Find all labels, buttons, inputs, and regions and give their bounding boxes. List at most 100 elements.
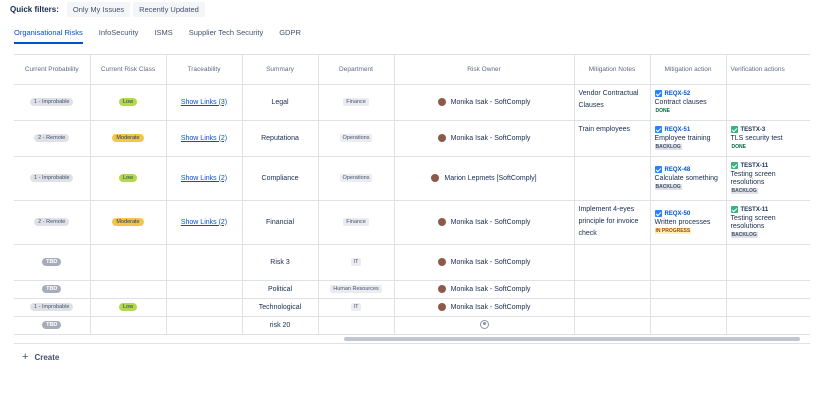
risk-class-cell[interactable]: Low xyxy=(90,298,167,317)
create-button[interactable]: + Create xyxy=(22,351,59,363)
risk-class-cell[interactable]: Moderate xyxy=(90,200,167,245)
owner-cell[interactable]: Monika Isak - SoftComply xyxy=(394,120,575,157)
verification-action-cell[interactable] xyxy=(726,298,810,317)
department-cell[interactable]: Operations xyxy=(318,120,395,157)
risk-class-cell[interactable] xyxy=(90,280,167,299)
summary-cell[interactable]: Technological xyxy=(242,298,319,317)
probability-cell[interactable]: TBD xyxy=(14,316,91,335)
table-row[interactable]: 1 - Improbable Low Show Links (3) Legal … xyxy=(14,84,810,121)
probability-cell[interactable]: 2 - Remote xyxy=(14,200,91,245)
probability-cell[interactable]: TBD xyxy=(14,280,91,299)
owner-cell[interactable]: Monika Isak - SoftComply xyxy=(394,298,575,317)
mitigation-action-cell[interactable]: REQX-51 Employee training BACKLOG xyxy=(650,120,727,157)
col-header-mitigation-notes[interactable]: Mitigation Notes xyxy=(574,55,651,85)
issue-key[interactable]: REQX-51 xyxy=(665,127,691,133)
mitigation-notes-cell[interactable]: Vendor Contractual Clauses xyxy=(574,84,651,121)
test-key[interactable]: TESTX-11 xyxy=(741,163,769,169)
tab-supplier-tech-security[interactable]: Supplier Tech Security xyxy=(189,26,263,44)
probability-cell[interactable]: 2 - Remote xyxy=(14,120,91,157)
owner-cell[interactable]: Marion Lepmets [SoftComply] xyxy=(394,156,575,201)
test-card[interactable]: TESTX-11 Testing screen resolutions BACK… xyxy=(729,205,808,239)
mitigation-notes-cell[interactable] xyxy=(574,316,651,335)
department-cell[interactable]: IT xyxy=(318,244,395,281)
filter-recently-updated-button[interactable]: Recently Updated xyxy=(133,1,205,17)
table-row[interactable]: 2 - Remote Moderate Show Links (2) Reput… xyxy=(14,120,810,157)
issue-card[interactable]: REQX-48 Calculate something BACKLOG xyxy=(653,165,724,191)
risk-class-cell[interactable] xyxy=(90,244,167,281)
tab-gdpr[interactable]: GDPR xyxy=(279,26,301,44)
verification-action-cell[interactable] xyxy=(726,84,810,121)
test-key[interactable]: TESTX-3 xyxy=(741,127,766,133)
table-row[interactable]: TBD Risk 3 IT Monika Isak - SoftComply xyxy=(14,244,810,281)
test-card[interactable]: TESTX-3 TLS security test DONE xyxy=(729,125,808,151)
mitigation-action-cell[interactable] xyxy=(650,316,727,335)
department-cell[interactable] xyxy=(318,316,395,335)
table-row[interactable]: 1 - Improbable Low Technological IT Moni… xyxy=(14,298,810,317)
col-header-department[interactable]: Department xyxy=(318,55,395,85)
mitigation-action-cell[interactable] xyxy=(650,298,727,317)
risk-class-cell[interactable]: Moderate xyxy=(90,120,167,157)
table-row[interactable]: 2 - Remote Moderate Show Links (2) Finan… xyxy=(14,200,810,245)
col-header-mitigation-action[interactable]: Mitigation action xyxy=(650,55,727,85)
issue-card[interactable]: REQX-50 Written processes IN PROGRESS xyxy=(653,209,724,235)
unassigned-user-icon[interactable] xyxy=(479,319,489,329)
mitigation-notes-cell[interactable]: Train employees xyxy=(574,120,651,157)
summary-cell[interactable]: Legal xyxy=(242,84,319,121)
mitigation-action-cell[interactable] xyxy=(650,244,727,281)
col-header-summary[interactable]: Summary xyxy=(242,55,319,85)
mitigation-action-cell[interactable]: REQX-48 Calculate something BACKLOG xyxy=(650,156,727,201)
show-links-link[interactable]: Show Links (3) xyxy=(181,99,227,106)
probability-cell[interactable]: 1 - Improbable xyxy=(14,156,91,201)
verification-action-cell[interactable] xyxy=(726,280,810,299)
show-links-link[interactable]: Show Links (2) xyxy=(181,135,227,142)
risk-class-cell[interactable]: Low xyxy=(90,84,167,121)
table-row[interactable]: TBD Political Human Resources Monika Isa… xyxy=(14,280,810,299)
verification-action-cell[interactable]: TESTX-11 Testing screen resolutions BACK… xyxy=(726,156,810,201)
verification-action-cell[interactable]: TESTX-3 TLS security test DONE xyxy=(726,120,810,157)
mitigation-action-cell[interactable]: REQX-52 Contract clauses DONE xyxy=(650,84,727,121)
col-header-risk-owner[interactable]: Risk Owner xyxy=(394,55,575,85)
probability-cell[interactable]: TBD xyxy=(14,244,91,281)
verification-action-cell[interactable]: TESTX-11 Testing screen resolutions BACK… xyxy=(726,200,810,245)
risk-class-cell[interactable]: Low xyxy=(90,156,167,201)
mitigation-notes-cell[interactable] xyxy=(574,280,651,299)
department-cell[interactable]: Human Resources xyxy=(318,280,395,299)
col-header-probability[interactable]: Current Probability xyxy=(14,55,91,85)
mitigation-notes-cell[interactable] xyxy=(574,298,651,317)
owner-cell[interactable]: Monika Isak - SoftComply xyxy=(394,244,575,281)
mitigation-notes-cell[interactable] xyxy=(574,244,651,281)
tab-infosecurity[interactable]: InfoSecurity xyxy=(99,26,139,44)
verification-action-cell[interactable] xyxy=(726,316,810,335)
col-header-risk-class[interactable]: Current Risk Class xyxy=(90,55,167,85)
issue-card[interactable]: REQX-51 Employee training BACKLOG xyxy=(653,125,724,151)
col-header-traceability[interactable]: Traceability xyxy=(166,55,243,85)
horizontal-scrollbar[interactable] xyxy=(344,337,800,341)
issue-key[interactable]: REQX-48 xyxy=(665,167,691,173)
issue-card[interactable]: REQX-52 Contract clauses DONE xyxy=(653,89,724,115)
summary-cell[interactable]: risk 20 xyxy=(242,316,319,335)
test-card[interactable]: TESTX-11 Testing screen resolutions BACK… xyxy=(729,161,808,195)
department-cell[interactable]: Operations xyxy=(318,156,395,201)
mitigation-notes-cell[interactable] xyxy=(574,156,651,201)
department-cell[interactable]: IT xyxy=(318,298,395,317)
department-cell[interactable]: Finance xyxy=(318,200,395,245)
tab-isms[interactable]: ISMS xyxy=(154,26,172,44)
show-links-link[interactable]: Show Links (2) xyxy=(181,175,227,182)
show-links-link[interactable]: Show Links (2) xyxy=(181,219,227,226)
table-row[interactable]: TBD risk 20 xyxy=(14,316,810,335)
summary-cell[interactable]: Financial xyxy=(242,200,319,245)
issue-key[interactable]: REQX-50 xyxy=(665,211,691,217)
probability-cell[interactable]: 1 - Improbable xyxy=(14,84,91,121)
risk-class-cell[interactable] xyxy=(90,316,167,335)
summary-cell[interactable]: Reputationa xyxy=(242,120,319,157)
tab-organisational-risks[interactable]: Organisational Risks xyxy=(14,26,83,44)
mitigation-action-cell[interactable]: REQX-50 Written processes IN PROGRESS xyxy=(650,200,727,245)
mitigation-notes-cell[interactable]: Implement 4-eyes principle for invoice c… xyxy=(574,200,651,245)
test-key[interactable]: TESTX-11 xyxy=(741,207,769,213)
probability-cell[interactable]: 1 - Improbable xyxy=(14,298,91,317)
owner-cell[interactable]: Monika Isak - SoftComply xyxy=(394,84,575,121)
table-row[interactable]: 1 - Improbable Low Show Links (2) Compli… xyxy=(14,156,810,201)
owner-cell[interactable] xyxy=(394,316,575,335)
issue-key[interactable]: REQX-52 xyxy=(665,91,691,97)
summary-cell[interactable]: Risk 3 xyxy=(242,244,319,281)
